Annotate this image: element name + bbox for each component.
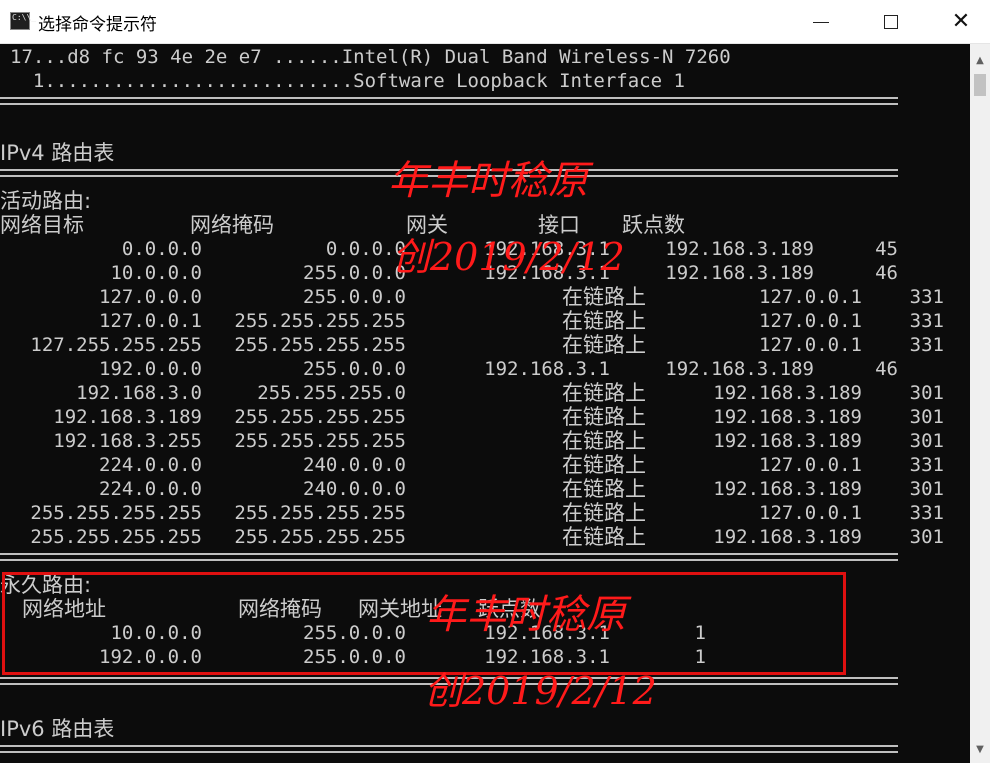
- scroll-up-icon[interactable]: ▲: [970, 50, 990, 70]
- route-metric: 331: [909, 454, 944, 476]
- route-gateway: 在链路上: [562, 477, 646, 501]
- watermark-date: 创2019/2/12: [424, 669, 657, 713]
- maximize-icon: [884, 15, 898, 29]
- route-netmask: 255.0.0.0: [303, 262, 406, 284]
- route-destination: 224.0.0.0: [99, 454, 202, 476]
- scroll-down-icon[interactable]: ▼: [970, 739, 990, 759]
- route-metric: 331: [909, 502, 944, 524]
- route-destination: 0.0.0.0: [121, 238, 202, 260]
- route-interface: 192.168.3.189: [665, 238, 814, 260]
- vertical-scrollbar[interactable]: ▲ ▼: [970, 44, 990, 763]
- route-gateway: 192.168.3.1: [484, 358, 610, 380]
- watermark-text: 年丰时稔原: [426, 592, 626, 638]
- route-metric: 301: [909, 526, 944, 548]
- active-routes-title: 活动路由:: [0, 189, 92, 213]
- route-interface: 192.168.3.189: [713, 430, 862, 452]
- route-gateway: 在链路上: [562, 429, 646, 453]
- route-metric: 331: [909, 286, 944, 308]
- route-metric: 301: [909, 430, 944, 452]
- route-netmask: 255.255.255.255: [234, 430, 406, 452]
- route-gateway: 在链路上: [562, 525, 646, 549]
- route-destination: 127.0.0.0: [99, 286, 202, 308]
- maximize-button[interactable]: [868, 0, 914, 44]
- route-gateway: 在链路上: [562, 405, 646, 429]
- route-destination: 192.0.0.0: [99, 358, 202, 380]
- window-title: 选择命令提示符: [38, 15, 157, 35]
- route-destination: 255.255.255.255: [30, 502, 202, 524]
- route-gateway: 在链路上: [562, 453, 646, 477]
- route-metric: 46: [875, 358, 898, 380]
- route-gateway: 在链路上: [562, 333, 646, 357]
- route-interface: 192.168.3.189: [713, 406, 862, 428]
- route-netmask: 255.0.0.0: [303, 358, 406, 380]
- interface-line-2: 1...........................Software Loo…: [10, 70, 685, 92]
- route-netmask: 255.255.255.255: [234, 334, 406, 356]
- route-gateway: 在链路上: [562, 309, 646, 333]
- route-netmask: 255.255.255.255: [234, 526, 406, 548]
- route-interface: 192.168.3.189: [713, 526, 862, 548]
- route-interface: 192.168.3.189: [665, 262, 814, 284]
- route-metric: 331: [909, 310, 944, 332]
- scroll-thumb[interactable]: [974, 74, 986, 96]
- route-interface: 127.0.0.1: [759, 286, 862, 308]
- route-netmask: 240.0.0.0: [303, 454, 406, 476]
- route-destination: 192.168.3.0: [76, 382, 202, 404]
- separator: [0, 745, 898, 753]
- route-interface: 127.0.0.1: [759, 502, 862, 524]
- route-destination: 224.0.0.0: [99, 478, 202, 500]
- route-destination: 10.0.0.0: [110, 262, 202, 284]
- route-netmask: 255.255.255.255: [234, 310, 406, 332]
- route-metric: 45: [875, 238, 898, 260]
- route-interface: 192.168.3.189: [713, 382, 862, 404]
- route-interface: 127.0.0.1: [759, 310, 862, 332]
- route-destination: 127.0.0.1: [99, 310, 202, 332]
- route-interface: 192.168.3.189: [665, 358, 814, 380]
- minimize-button[interactable]: [798, 0, 844, 44]
- title-bar[interactable]: C:\\_ 选择命令提示符 ✕: [0, 0, 990, 44]
- watermark-text: 年丰时稔原: [388, 158, 588, 204]
- separator: [0, 553, 898, 561]
- close-icon: ✕: [951, 9, 971, 34]
- route-netmask: 255.255.255.255: [234, 502, 406, 524]
- active-header-metric: 跃点数: [622, 213, 685, 237]
- route-metric: 46: [875, 262, 898, 284]
- ipv4-title: IPv4 路由表: [0, 141, 115, 165]
- minimize-icon: [813, 21, 829, 23]
- route-interface: 127.0.0.1: [759, 454, 862, 476]
- route-interface: 192.168.3.189: [713, 478, 862, 500]
- active-header-destination: 网络目标: [0, 213, 84, 237]
- route-gateway: 在链路上: [562, 501, 646, 525]
- cmd-app-icon[interactable]: C:\\_: [10, 12, 36, 30]
- route-netmask: 255.0.0.0: [303, 286, 406, 308]
- route-netmask: 240.0.0.0: [303, 478, 406, 500]
- separator: [0, 97, 898, 105]
- route-destination: 192.168.3.189: [53, 406, 202, 428]
- route-destination: 127.255.255.255: [30, 334, 202, 356]
- active-header-netmask: 网络掩码: [190, 213, 274, 237]
- route-metric: 331: [909, 334, 944, 356]
- route-gateway: 在链路上: [562, 285, 646, 309]
- route-metric: 301: [909, 382, 944, 404]
- watermark-date: 创2019/2/12: [392, 235, 625, 279]
- route-interface: 127.0.0.1: [759, 334, 862, 356]
- route-netmask: 255.255.255.0: [257, 382, 406, 404]
- ipv6-title: IPv6 路由表: [0, 717, 115, 741]
- route-destination: 255.255.255.255: [30, 526, 202, 548]
- route-gateway: 在链路上: [562, 381, 646, 405]
- route-netmask: 255.255.255.255: [234, 406, 406, 428]
- route-destination: 192.168.3.255: [53, 430, 202, 452]
- route-metric: 301: [909, 478, 944, 500]
- interface-line-1: 17...d8 fc 93 4e 2e e7 ......Intel(R) Du…: [10, 46, 731, 68]
- close-button[interactable]: ✕: [938, 0, 984, 44]
- route-metric: 301: [909, 406, 944, 428]
- cmd-window: C:\\_ 选择命令提示符 ✕ 17...d8 fc 93 4e 2e e7 .…: [0, 0, 990, 763]
